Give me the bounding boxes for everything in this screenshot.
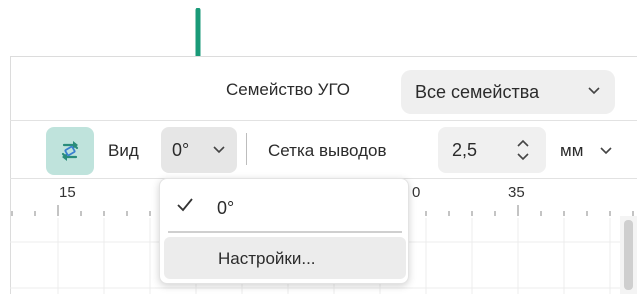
check-icon — [177, 198, 193, 212]
family-select-value: Все семейства — [415, 81, 540, 102]
chevron-down-icon — [600, 147, 612, 155]
stepper-updown-icon[interactable] — [516, 138, 530, 162]
chevron-down-icon — [588, 87, 600, 95]
grid-label: Сетка выводов — [268, 141, 387, 160]
sync-arrows-icon — [61, 141, 79, 161]
ruler-label: 35 — [508, 184, 525, 201]
chevron-down-icon — [213, 146, 225, 154]
menu-item-label: Настройки... — [218, 249, 316, 268]
ruler-label: 0 — [412, 184, 421, 201]
view-dropdown-menu: 0° Настройки... — [159, 178, 409, 284]
unit-select-value: мм — [560, 141, 584, 160]
menu-item-label: 0° — [217, 198, 235, 218]
vertical-scrollbar[interactable] — [620, 216, 637, 294]
toolbar-separator — [246, 133, 247, 165]
view-label: Вид — [108, 141, 139, 160]
toolbar-divider — [10, 120, 637, 121]
ruler-label: 15 — [59, 184, 76, 201]
family-select[interactable]: Все семейства — [401, 70, 615, 114]
unit-select[interactable]: мм — [560, 141, 612, 161]
menu-item-0-deg[interactable]: 0° — [160, 185, 408, 227]
view-select-value: 0° — [172, 139, 190, 160]
sync-view-button[interactable] — [46, 127, 94, 175]
menu-item-settings[interactable]: Настройки... — [164, 237, 406, 279]
view-select[interactable]: 0° — [161, 127, 237, 173]
scrollbar-thumb[interactable] — [624, 220, 633, 290]
grid-step-input[interactable]: 2,5 — [438, 127, 546, 173]
family-label: Семейство УГО — [226, 80, 350, 99]
grid-step-value: 2,5 — [452, 139, 478, 160]
menu-separator — [168, 231, 402, 233]
